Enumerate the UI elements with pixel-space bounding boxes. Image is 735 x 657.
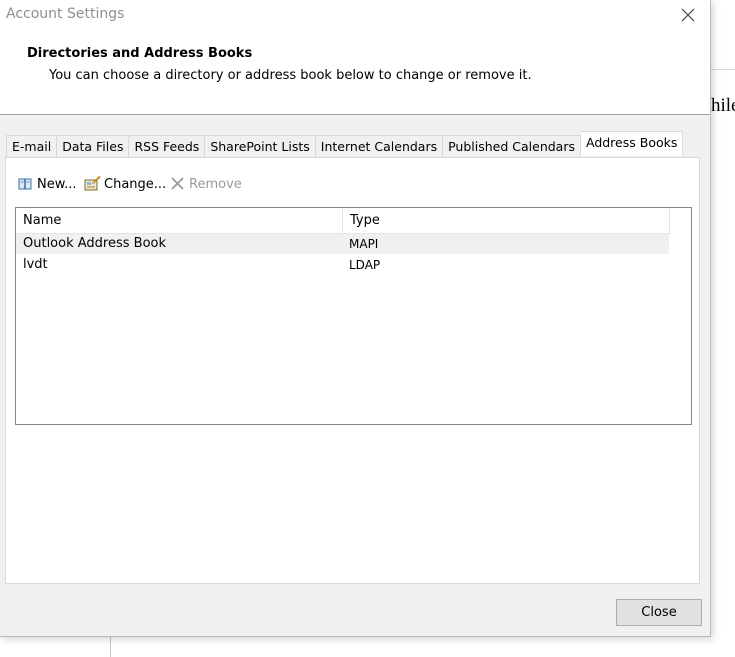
column-header-type[interactable]: Type (343, 208, 670, 233)
new-button-label: New... (37, 176, 77, 192)
tab-strip: E-mail Data Files RSS Feeds SharePoint L… (6, 131, 684, 157)
close-button[interactable]: Close (616, 599, 702, 626)
dialog-header: Directories and Address Books You can ch… (0, 30, 710, 115)
list-header: Name Type (16, 208, 670, 234)
list-item-type: MAPI (349, 237, 379, 251)
tab-rss-feeds[interactable]: RSS Feeds (129, 135, 206, 157)
remove-button[interactable]: Remove (169, 175, 242, 193)
tab-address-books[interactable]: Address Books (580, 131, 684, 156)
new-button[interactable]: New... (17, 175, 77, 193)
tab-data-files[interactable]: Data Files (57, 135, 130, 157)
list-item[interactable]: Outlook Address Book MAPI (16, 234, 669, 254)
x-icon (169, 176, 186, 192)
tab-email[interactable]: E-mail (6, 135, 58, 157)
list-item-name: lvdt (23, 257, 48, 272)
window-title: Account Settings (6, 6, 125, 22)
remove-button-label: Remove (189, 176, 242, 192)
list-item[interactable]: lvdt LDAP (16, 255, 669, 275)
header-title: Directories and Address Books (27, 46, 253, 61)
address-book-icon (17, 176, 34, 192)
header-description: You can choose a directory or address bo… (49, 68, 532, 83)
background-partial-text: hile (711, 95, 735, 116)
change-button[interactable]: Change... (84, 175, 166, 193)
address-book-list[interactable]: Name Type Outlook Address Book MAPI lvdt… (15, 207, 692, 425)
close-icon[interactable] (677, 4, 699, 26)
background-margin-line (110, 637, 111, 657)
change-button-label: Change... (104, 176, 167, 192)
account-settings-dialog: Account Settings Directories and Address… (0, 0, 711, 637)
tab-sharepoint-lists[interactable]: SharePoint Lists (205, 135, 316, 157)
list-item-type: LDAP (349, 258, 381, 272)
list-item-name: Outlook Address Book (23, 236, 167, 251)
address-book-edit-icon (84, 175, 101, 192)
column-header-name[interactable]: Name (16, 208, 343, 233)
title-bar[interactable]: Account Settings (0, 0, 710, 30)
tab-published-calendars[interactable]: Published Calendars (443, 135, 581, 157)
tab-internet-calendars[interactable]: Internet Calendars (315, 135, 444, 157)
background-divider (711, 69, 735, 70)
